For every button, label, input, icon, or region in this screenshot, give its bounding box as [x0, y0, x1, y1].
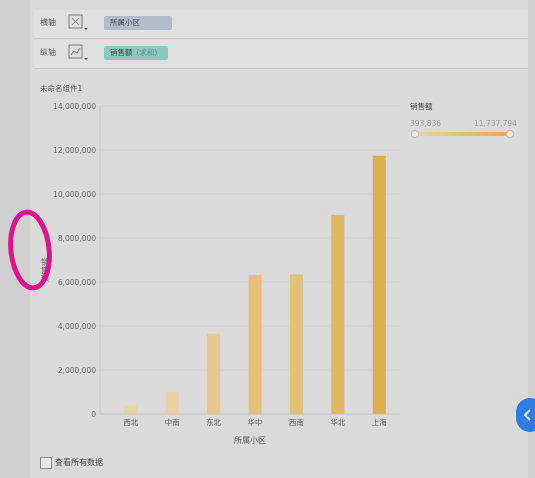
- legend-color-ramp: [414, 132, 510, 136]
- show-all-data-checkbox[interactable]: [40, 457, 52, 469]
- bar-chart-type-icon[interactable]: [68, 13, 90, 33]
- y-axis-label: 纵轴: [40, 48, 56, 57]
- legend-min-value: 393,836: [410, 119, 442, 128]
- legend-max-handle[interactable]: [506, 130, 514, 138]
- legend-min-handle[interactable]: [411, 130, 419, 138]
- x-axis-label: 横轴: [40, 18, 56, 27]
- x-axis-dimension-pill[interactable]: 所属小区: [104, 16, 172, 30]
- x-axis-shelf: 横轴 所属小区: [34, 10, 528, 39]
- chart-title: 未命名组件1: [40, 84, 83, 93]
- chart-editor-panel: [30, 0, 528, 478]
- collapse-panel-button[interactable]: [516, 398, 535, 432]
- legend-max-value: 11,737,794: [474, 119, 517, 128]
- measure-aggregation: (求和): [136, 48, 158, 57]
- show-all-data-label: 查看所有数据: [55, 458, 103, 467]
- line-chart-type-icon[interactable]: [68, 43, 90, 63]
- measure-name: 销售额: [110, 48, 133, 57]
- y-axis-shelf: 纵轴 销售额 (求和): [34, 40, 528, 69]
- chevron-left-icon: [523, 409, 531, 421]
- legend-title: 销售额: [410, 102, 433, 111]
- y-axis-measure-pill[interactable]: 销售额 (求和): [104, 46, 168, 60]
